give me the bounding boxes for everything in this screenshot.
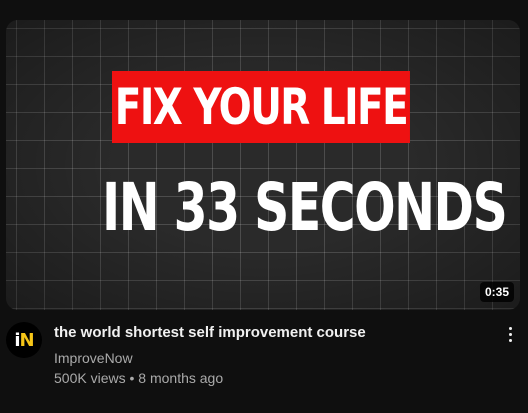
more-vert-icon[interactable] bbox=[498, 322, 522, 346]
more-dot bbox=[508, 338, 512, 342]
view-count: 500K views bbox=[54, 370, 126, 386]
channel-name[interactable]: ImproveNow bbox=[54, 349, 133, 367]
upload-age: 8 months ago bbox=[138, 370, 224, 386]
video-thumbnail[interactable]: FIX YOUR LIFE IN 33 SECONDS 0:35 bbox=[6, 20, 520, 310]
channel-avatar[interactable]: iN bbox=[6, 322, 42, 358]
meta-separator: • bbox=[129, 370, 135, 386]
thumbnail-headline-white: IN 33 SECONDS bbox=[102, 169, 508, 246]
more-dot bbox=[508, 326, 512, 330]
thumbnail-headline-red: FIX YOUR LIFE bbox=[112, 71, 410, 143]
duration-badge: 0:35 bbox=[479, 282, 514, 302]
video-card[interactable]: FIX YOUR LIFE IN 33 SECONDS 0:35 iN the … bbox=[0, 0, 528, 413]
more-dot bbox=[508, 332, 512, 336]
video-title[interactable]: the world shortest self improvement cour… bbox=[54, 323, 474, 343]
avatar-letter-n: N bbox=[19, 329, 35, 351]
video-metadata: 500K views • 8 months ago bbox=[54, 369, 223, 387]
